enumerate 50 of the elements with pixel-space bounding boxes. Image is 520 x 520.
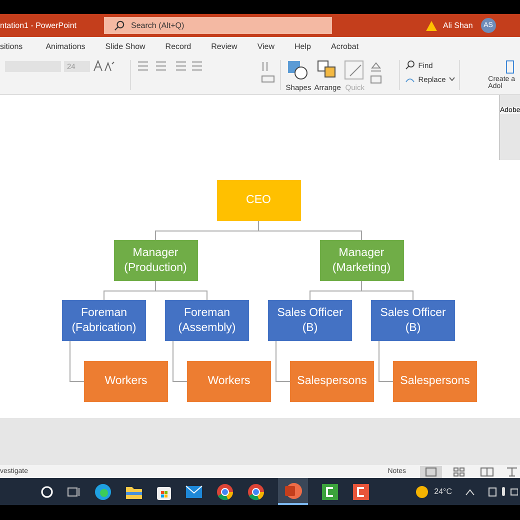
chrome-icon[interactable]: [247, 482, 265, 500]
letter-c-square-icon[interactable]: [352, 482, 370, 500]
ribbon-tab[interactable]: Record: [165, 42, 202, 50]
chrome-icon[interactable]: [216, 482, 234, 500]
org-chart-box: Salespersons: [393, 361, 477, 402]
mail-icon[interactable]: [185, 484, 203, 498]
presenter-icon[interactable]: [504, 466, 520, 478]
org-chart-box: Workers: [187, 361, 271, 402]
connector-line: [378, 340, 394, 382]
org-chart-box: Salespersons: [290, 361, 374, 402]
task-view-icon[interactable]: [67, 484, 81, 498]
org-chart-box: Foreman (Assembly): [165, 300, 249, 341]
normal-view-icon[interactable]: [420, 466, 442, 478]
caret-icon[interactable]: [448, 77, 455, 81]
powerpoint-icon: [284, 482, 302, 500]
connector-line: [172, 340, 188, 382]
org-chart-box: Foreman (Fabrication): [62, 300, 146, 341]
org-chart-box: Sales Officer (B): [268, 300, 352, 341]
connector-line: [70, 340, 84, 382]
ribbon-tab[interactable]: sitions: [0, 42, 33, 50]
ribbon-tab[interactable]: View: [257, 42, 285, 50]
user-name: Ali Shan: [443, 21, 473, 30]
sun-icon[interactable]: [415, 484, 430, 498]
quick-styles-icon[interactable]: [344, 60, 366, 80]
shapes-icon[interactable]: [287, 60, 310, 80]
org-chart-box: CEO: [216, 180, 300, 221]
search-icon[interactable]: [40, 484, 54, 498]
grow-font-icon[interactable]: [93, 60, 115, 72]
connector-line: [276, 340, 290, 382]
ribbon-tab[interactable]: Animations: [46, 42, 96, 50]
search-icon: [405, 60, 416, 70]
warning-icon[interactable]: [426, 20, 437, 30]
ribbon-tab[interactable]: Acrobat: [330, 42, 369, 50]
chevron-up-icon[interactable]: [465, 488, 475, 496]
tray-icon[interactable]: [488, 486, 518, 498]
ribbon-tab[interactable]: Review: [211, 42, 248, 50]
browser-icon[interactable]: [94, 482, 112, 500]
document-icon[interactable]: [505, 60, 516, 74]
org-chart-box: Manager (Production): [114, 240, 198, 281]
ribbon-tab[interactable]: Help: [294, 42, 321, 50]
temperature-text[interactable]: 24°C: [434, 487, 452, 496]
letter-c-app-icon[interactable]: [321, 482, 339, 500]
org-chart-box: Workers: [84, 361, 168, 402]
ribbon-tab[interactable]: Slide Show: [105, 42, 156, 50]
org-chart-box: Sales Officer (B): [371, 300, 455, 341]
window-title: ntation1 - PowerPoint: [0, 21, 78, 30]
align-icon[interactable]: [260, 60, 275, 84]
org-chart-box: Manager (Marketing): [320, 240, 404, 281]
search-field[interactable]: Search (Alt+Q): [104, 17, 332, 34]
powerpoint-taskbar-button[interactable]: [278, 478, 308, 505]
